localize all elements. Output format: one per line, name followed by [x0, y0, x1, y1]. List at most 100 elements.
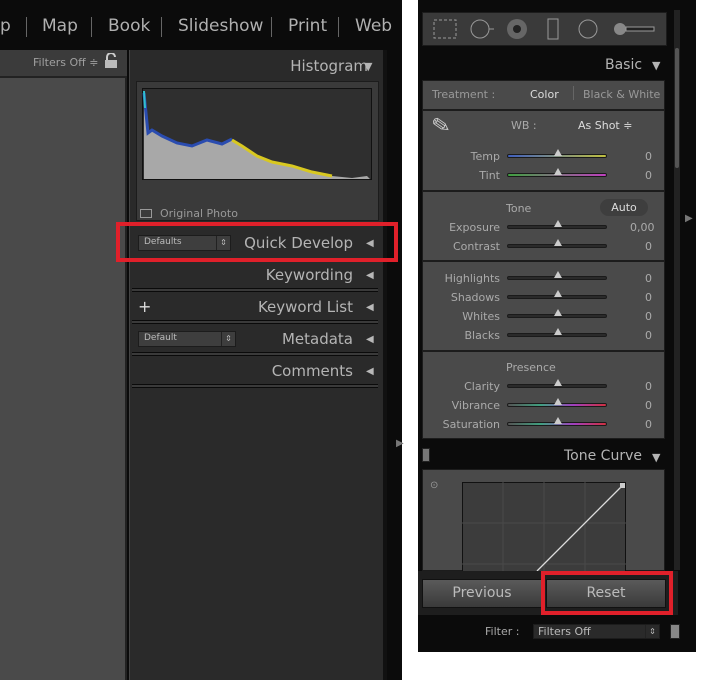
panel-toggle-arrow-icon[interactable]: ▶ [685, 213, 693, 224]
saturation-slider[interactable] [507, 417, 607, 426]
module-book[interactable]: Book [108, 16, 150, 36]
targeted-adjustment-icon[interactable]: ⊙ [430, 480, 438, 491]
original-photo-checkbox[interactable] [140, 209, 152, 218]
tint-slider[interactable] [507, 168, 607, 177]
filter-dropdown[interactable]: Filters Off ⇕ [533, 624, 660, 639]
wb-label: WB : [511, 119, 537, 132]
module-library[interactable]: p [0, 16, 11, 36]
slider-knob[interactable] [554, 168, 562, 175]
slider-value[interactable]: 0 [630, 329, 652, 342]
divider [132, 352, 378, 356]
separator [161, 17, 162, 37]
stepper-arrows-icon: ⇕ [645, 625, 659, 638]
slider-knob[interactable] [554, 417, 562, 424]
whites-slider[interactable] [507, 309, 607, 318]
slider-knob[interactable] [554, 328, 562, 335]
expand-triangle-icon[interactable]: ◀ [366, 334, 374, 345]
slider-value[interactable]: 0 [630, 272, 652, 285]
slider-knob[interactable] [554, 290, 562, 297]
slider-value[interactable]: 0 [630, 310, 652, 323]
tone-curve-header[interactable]: Tone Curve [564, 448, 642, 464]
expand-triangle-icon[interactable]: ◀ [366, 366, 374, 377]
slider-label: Contrast [452, 240, 500, 253]
slider-label: Shadows [450, 291, 500, 304]
radial-filter-icon[interactable] [578, 19, 598, 39]
basic-header[interactable]: Basic [605, 57, 642, 73]
slider-value[interactable]: 0 [630, 399, 652, 412]
preset-value: Default [144, 333, 177, 343]
slider-value[interactable]: 0 [630, 418, 652, 431]
shadows-slider[interactable] [507, 290, 607, 299]
grid-area [0, 50, 127, 680]
separator [271, 17, 272, 37]
slider-knob[interactable] [554, 239, 562, 246]
slider-knob[interactable] [554, 398, 562, 405]
divider [132, 288, 378, 292]
tone-curve-graph[interactable] [462, 482, 626, 571]
separator [91, 17, 92, 37]
slider-knob[interactable] [554, 271, 562, 278]
separator [338, 17, 339, 37]
contrast-slider[interactable] [507, 239, 607, 248]
keywording-header[interactable]: Keywording [266, 266, 353, 284]
highlights-slider[interactable] [507, 271, 607, 280]
presence-label: Presence [506, 361, 556, 374]
slider-knob[interactable] [554, 379, 562, 386]
temp-slider[interactable] [507, 149, 607, 158]
slider-value[interactable]: 0 [630, 240, 652, 253]
adjustment-brush-icon[interactable] [614, 23, 655, 35]
previous-button[interactable]: Previous [422, 579, 542, 608]
red-eye-icon[interactable] [507, 19, 527, 39]
filmstrip-toggle[interactable] [670, 624, 680, 639]
histogram-info [140, 188, 376, 196]
slider-knob[interactable] [554, 149, 562, 156]
padlock-icon[interactable] [104, 52, 118, 69]
metadata-preset-select[interactable]: Default ⇕ [138, 331, 236, 347]
vibrance-slider[interactable] [507, 398, 607, 407]
slider-knob[interactable] [554, 309, 562, 316]
filter-value: Filters Off [538, 625, 591, 638]
slider-knob[interactable] [554, 220, 562, 227]
keyword-list-header[interactable]: Keyword List [258, 298, 353, 316]
expand-triangle-icon[interactable]: ◀ [366, 270, 374, 281]
original-photo-label: Original Photo [160, 207, 238, 220]
panel-toggle-arrow-icon[interactable]: ▶ [396, 438, 404, 449]
filter-label: Filter : [485, 625, 520, 638]
slider-value[interactable]: 0 [630, 150, 652, 163]
slider-label: Vibrance [451, 399, 500, 412]
comments-header[interactable]: Comments [272, 362, 353, 380]
metadata-header[interactable]: Metadata [282, 330, 353, 348]
expand-triangle-icon[interactable]: ◀ [366, 302, 374, 313]
module-slideshow[interactable]: Slideshow [178, 16, 263, 36]
slider-value[interactable]: 0 [630, 380, 652, 393]
slider-value[interactable]: 0,00 [630, 221, 655, 234]
module-print[interactable]: Print [288, 16, 327, 36]
auto-tone-button[interactable]: Auto [600, 199, 648, 216]
tone-curve-toggle[interactable] [422, 448, 430, 462]
exposure-slider[interactable] [507, 220, 607, 229]
filters-dropdown[interactable]: Filters Off ≑ [33, 56, 98, 69]
spot-removal-icon[interactable] [470, 19, 494, 39]
slider-label: Tint [479, 169, 500, 182]
add-keyword-icon[interactable]: + [138, 297, 151, 316]
wb-dropdown[interactable]: As Shot ≑ [578, 119, 632, 132]
clarity-slider[interactable] [507, 379, 607, 388]
divider [132, 384, 378, 388]
slider-label: Saturation [442, 418, 500, 431]
graduated-filter-icon[interactable] [547, 18, 559, 40]
collapse-triangle-icon[interactable]: ▼ [364, 60, 372, 73]
divider [132, 320, 378, 324]
collapse-triangle-icon[interactable]: ▼ [652, 451, 660, 464]
treatment-bw-option[interactable]: Black & White [583, 88, 660, 101]
module-map[interactable]: Map [42, 16, 78, 36]
blacks-slider[interactable] [507, 328, 607, 337]
slider-value[interactable]: 0 [630, 169, 652, 182]
histogram-header[interactable]: Histogram [290, 57, 368, 75]
treatment-color-option[interactable]: Color [530, 88, 559, 101]
crop-overlay-icon[interactable] [433, 19, 457, 39]
collapse-triangle-icon[interactable]: ▼ [652, 59, 660, 72]
slider-value[interactable]: 0 [630, 291, 652, 304]
scrollbar-thumb[interactable] [675, 48, 679, 168]
module-web[interactable]: Web [355, 16, 392, 36]
separator [573, 86, 574, 100]
